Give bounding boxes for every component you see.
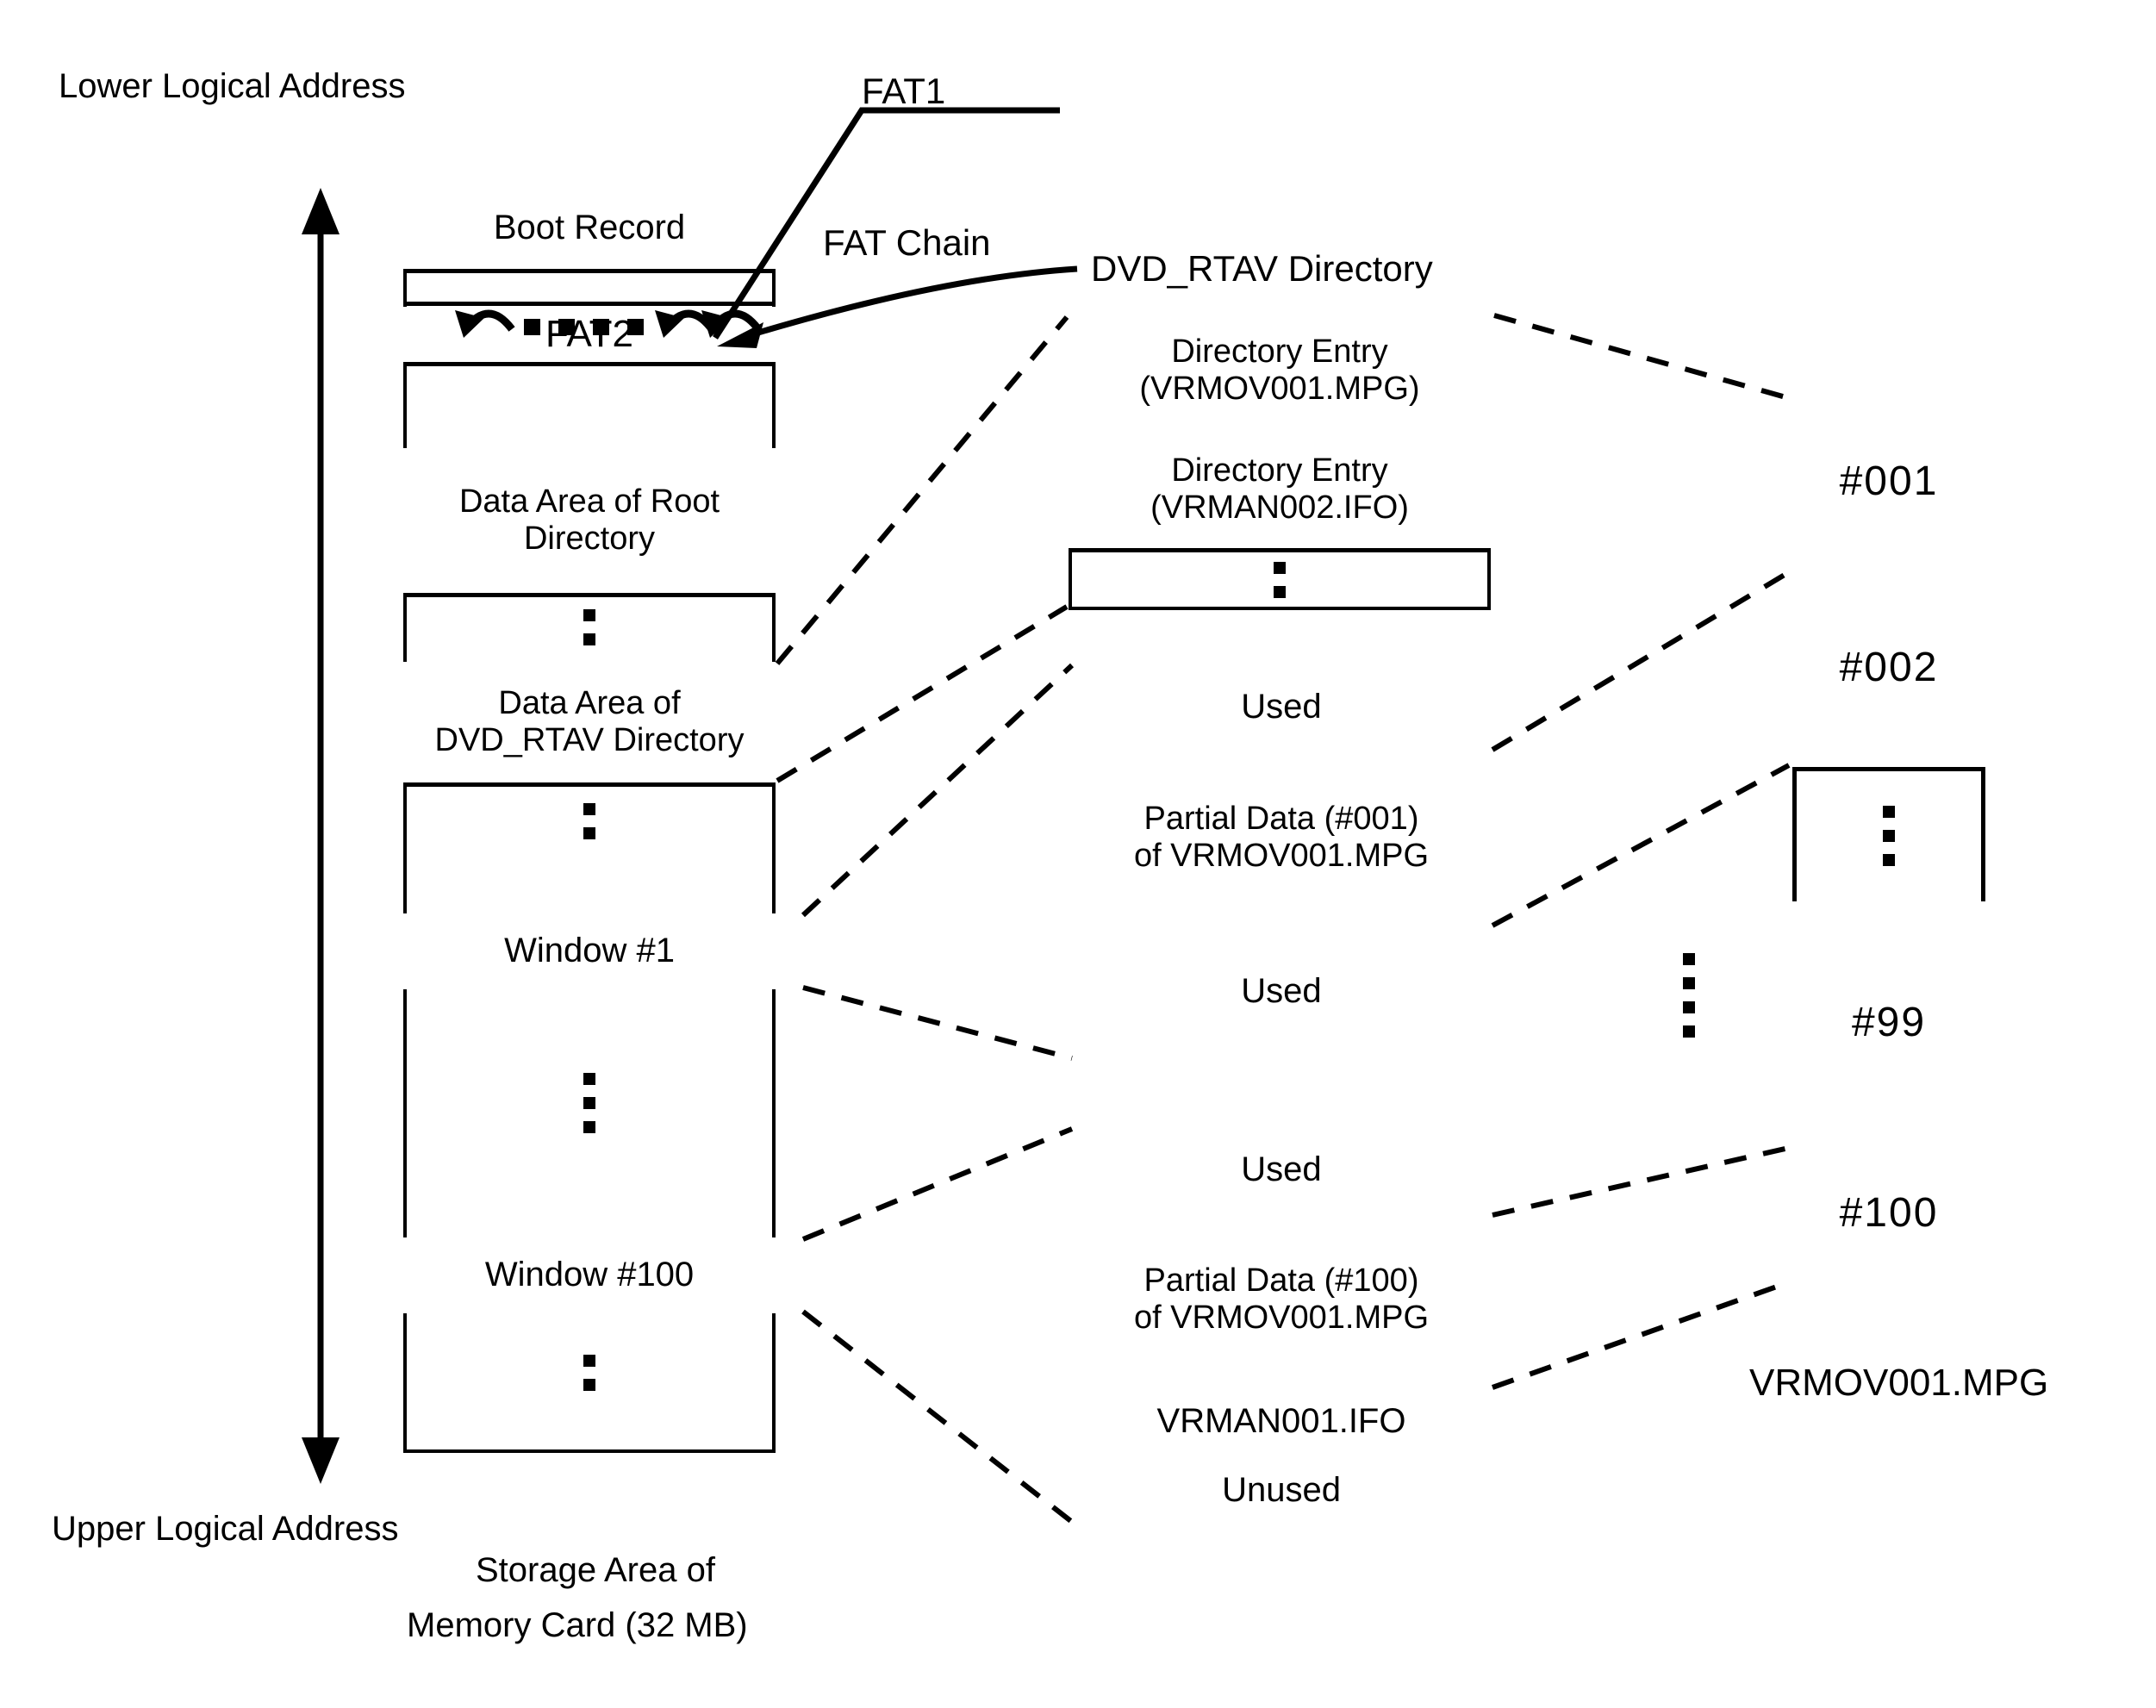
memcard-root-ellipsis xyxy=(403,595,776,660)
window100-detail-row-partial-data: Partial Data (#100) of VRMOV001.MPG xyxy=(1074,1213,1489,1386)
fragment-99: #99 xyxy=(1792,901,1985,1144)
dvdrtav-entry-vrman002: Directory Entry (VRMAN002.IFO) xyxy=(1069,431,1491,548)
dashed-leader-partial100-bottom xyxy=(1491,1280,1791,1390)
dashed-leader-window100-bottom xyxy=(801,1309,1074,1524)
dashed-leader-window1-top xyxy=(801,663,1075,918)
memcard-dvdrtav-ellipsis xyxy=(403,789,776,854)
memcard-window-100-label: Window #100 xyxy=(377,1237,801,1313)
fat-chain-callout-label: FAT Chain xyxy=(823,222,991,263)
dashed-leader-partial001-bottom xyxy=(1491,763,1791,928)
between-boxes-ellipsis xyxy=(1663,922,1715,1069)
dashed-leader-dirent-to-fragment001 xyxy=(1493,313,1790,401)
window1-detail-row-used-bottom: Used xyxy=(1074,924,1489,1060)
fragment-001: #001 xyxy=(1792,395,1985,569)
window1-detail-row-partial-data: Partial Data (#001) of VRMOV001.MPG xyxy=(1074,751,1489,924)
memory-card-caption-line2: Memory Card (32 MB) xyxy=(407,1606,748,1644)
lower-logical-address-label: Lower Logical Address xyxy=(59,67,406,105)
fragment-002: #002 xyxy=(1792,569,1985,767)
memcard-row-divider xyxy=(403,269,776,273)
memcard-row-divider xyxy=(403,302,776,306)
fragment-ellipsis xyxy=(1792,784,1985,888)
fat1-callout-label: FAT1 xyxy=(862,71,946,111)
memcard-window-1-label: Window #1 xyxy=(377,913,801,989)
memcard-row-divider xyxy=(403,362,776,366)
fragment-divider xyxy=(1792,767,1985,771)
dashed-leader-window1-bottom xyxy=(802,985,1073,1061)
window100-detail-row-unused: Unused xyxy=(1074,1458,1489,1524)
window100-detail-row-vrman001-ifo: VRMAN001.IFO xyxy=(1074,1386,1489,1458)
logical-address-arrow xyxy=(302,188,340,1484)
file-fragments-caption: VRMOV001.MPG xyxy=(1749,1362,2049,1404)
dvd-rtav-directory-title: DVD_RTAV Directory xyxy=(1091,248,1433,289)
dashed-leader-dvdrtav-top xyxy=(775,315,1069,665)
window100-detail-row-used: Used xyxy=(1074,1127,1489,1213)
dvdrtav-entry-vrmov001: Directory Entry (VRMOV001.MPG) xyxy=(1069,310,1491,431)
memcard-row-dvdrtav-data-area: Data Area of DVD_RTAV Directory xyxy=(403,662,776,782)
patent-figure-canvas: Lower Logical Address Upper Logical Addr… xyxy=(0,0,2156,1708)
dashed-leader-window100-top xyxy=(801,1126,1074,1242)
memcard-row-root-data-area: Data Area of Root Directory xyxy=(403,448,776,593)
dashed-leader-partial001-top xyxy=(1491,570,1791,752)
memcard-bottom-ellipsis xyxy=(403,1340,776,1406)
window1-detail-row-used-top: Used xyxy=(1074,664,1489,751)
memcard-mid-ellipsis xyxy=(403,1047,776,1159)
dashed-leader-dvdrtav-bottom xyxy=(776,604,1069,783)
memcard-row-fat2: FAT2 xyxy=(403,307,776,362)
dashed-leader-partial100-top xyxy=(1492,1145,1790,1218)
fragment-100: #100 xyxy=(1792,1144,1985,1282)
upper-logical-address-label: Upper Logical Address xyxy=(52,1510,399,1548)
dvdrtav-entries-ellipsis xyxy=(1069,552,1491,608)
memory-card-caption-line1: Storage Area of xyxy=(476,1551,715,1589)
memcard-row-divider xyxy=(403,782,776,787)
memcard-row-boot-record: Boot Record xyxy=(403,188,776,269)
